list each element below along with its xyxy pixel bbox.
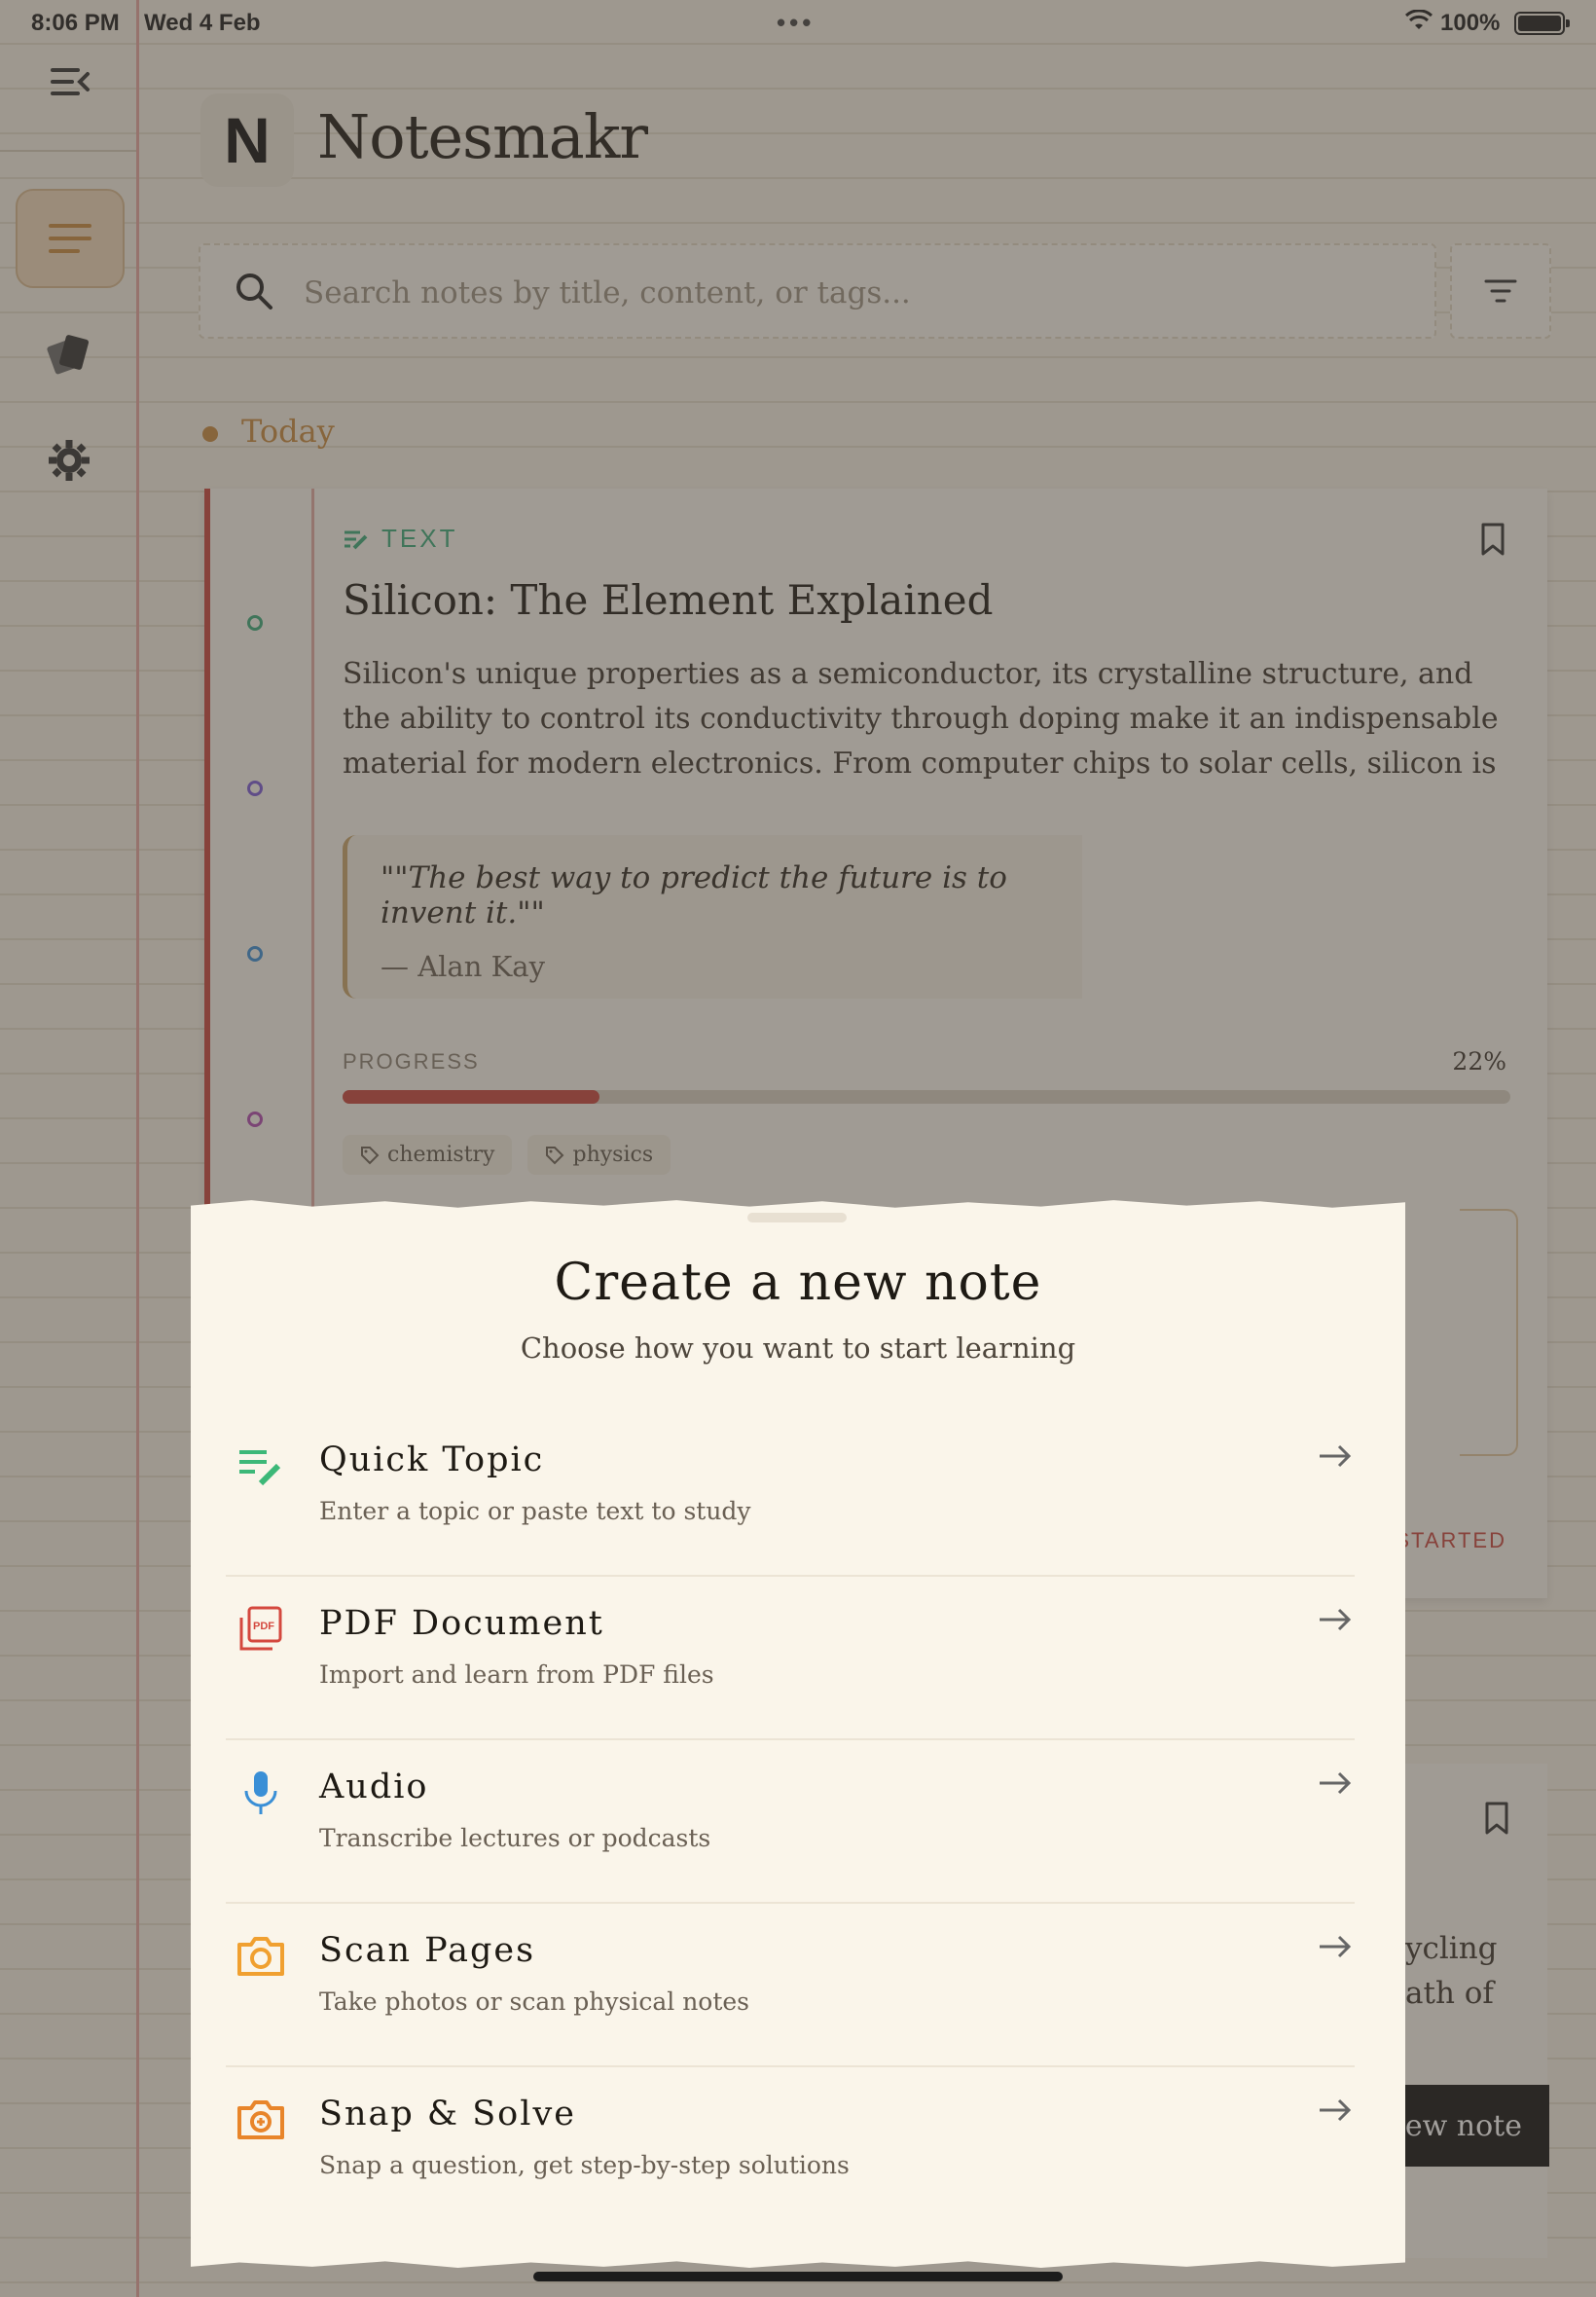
microphone-icon xyxy=(244,1771,277,1814)
arrow-right-icon xyxy=(1320,1444,1352,1468)
arrow-right-icon xyxy=(1320,1935,1352,1958)
arrow-right-icon xyxy=(1320,1771,1352,1795)
pdf-icon: PDF xyxy=(239,1606,282,1651)
option-scan-pages[interactable]: Scan Pages Take photos or scan physical … xyxy=(226,1904,1355,2067)
option-description: Import and learn from PDF files xyxy=(319,1660,714,1689)
option-pdf-document[interactable]: PDF PDF Document Import and learn from P… xyxy=(226,1577,1355,1740)
option-quick-topic[interactable]: Quick Topic Enter a topic or paste text … xyxy=(226,1413,1355,1577)
text-edit-icon xyxy=(239,1450,281,1486)
option-snap-solve[interactable]: Snap & Solve Snap a question, get step-b… xyxy=(226,2067,1355,2231)
option-audio[interactable]: Audio Transcribe lectures or podcasts xyxy=(226,1740,1355,1904)
sheet-subtitle: Choose how you want to start learning xyxy=(520,1331,1076,1365)
option-description: Snap a question, get step-by-step soluti… xyxy=(319,2151,850,2179)
sheet-title: Create a new note xyxy=(554,1254,1042,1312)
option-label: Audio xyxy=(319,1768,429,1806)
option-label: Scan Pages xyxy=(319,1931,536,1970)
svg-text:PDF: PDF xyxy=(253,1621,274,1632)
option-label: Quick Topic xyxy=(319,1440,545,1479)
create-note-sheet: Create a new note Choose how you want to… xyxy=(191,1200,1405,2268)
option-description: Transcribe lectures or podcasts xyxy=(319,1824,711,1852)
camera-icon xyxy=(237,1937,284,1976)
arrow-right-icon xyxy=(1320,2098,1352,2122)
option-description: Enter a topic or paste text to study xyxy=(319,1497,751,1525)
option-label: PDF Document xyxy=(319,1604,604,1643)
arrow-right-icon xyxy=(1320,1608,1352,1631)
home-indicator[interactable] xyxy=(533,2272,1063,2281)
option-description: Take photos or scan physical notes xyxy=(319,1987,750,2016)
camera-plus-icon xyxy=(237,2100,284,2139)
option-label: Snap & Solve xyxy=(319,2095,576,2133)
sheet-grabber[interactable] xyxy=(747,1213,847,1222)
